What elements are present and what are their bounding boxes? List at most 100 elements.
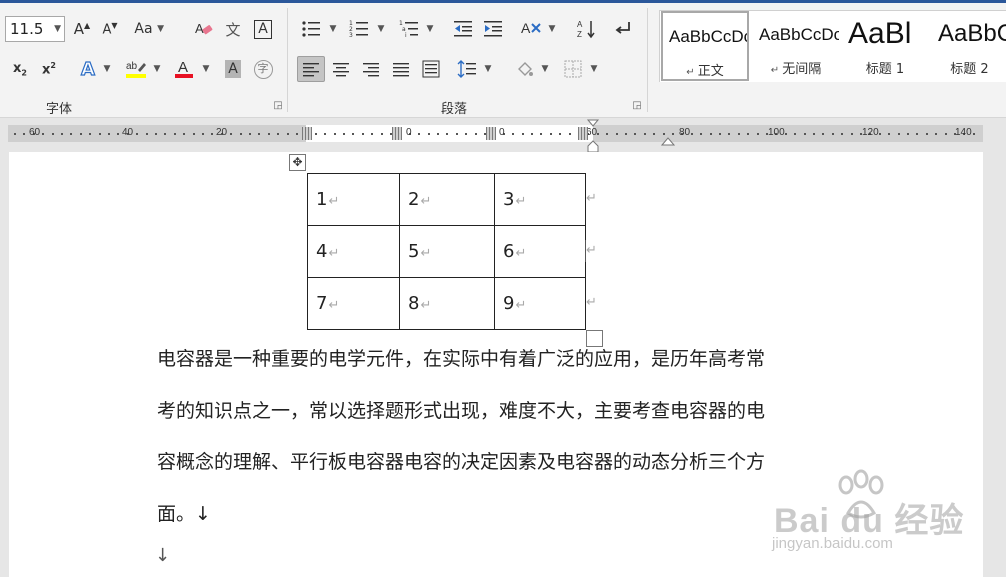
ruler-tick xyxy=(728,133,730,135)
change-case-button[interactable]: Aa ▼ xyxy=(134,16,166,42)
chevron-down-icon[interactable]: ▼ xyxy=(483,64,493,74)
watermark-url: jingyan.baidu.com xyxy=(772,535,893,552)
table-cell[interactable]: 1↵ xyxy=(307,173,400,226)
superscript-button[interactable]: x2 xyxy=(37,56,61,82)
chevron-down-icon[interactable]: ▼ xyxy=(540,64,550,74)
numbering-button[interactable]: 1 2 3 xyxy=(346,16,372,42)
row-end-mark: ↵ xyxy=(586,243,597,258)
font-dialog-launcher-icon[interactable]: ◲ xyxy=(273,101,283,111)
ruler-tick xyxy=(569,133,571,135)
chevron-down-icon[interactable]: ▼ xyxy=(589,64,599,74)
align-right-button[interactable] xyxy=(358,56,384,82)
grow-font-button[interactable]: A▲ xyxy=(70,16,94,42)
chevron-down-icon[interactable]: ▼ xyxy=(547,24,557,34)
ruler-tick xyxy=(512,133,514,135)
style-normal[interactable]: AaBbCcDc ↵ 正文 xyxy=(661,11,749,81)
empty-paragraph-mark[interactable]: ↓ xyxy=(155,545,170,566)
sort-button[interactable]: A Z xyxy=(574,16,600,42)
ruler-tick xyxy=(80,133,82,135)
style-sample: AaBbC xyxy=(938,20,1006,47)
ruler-tick xyxy=(296,133,298,135)
character-border-button[interactable]: A xyxy=(251,16,275,42)
svg-text:ab: ab xyxy=(126,61,138,72)
asian-layout-button[interactable]: A xyxy=(518,16,544,42)
distributed-button[interactable] xyxy=(418,56,444,82)
phonetic-guide-button[interactable]: 文 xyxy=(221,16,245,42)
enclose-characters-button[interactable]: 字 xyxy=(251,56,275,82)
chevron-down-icon[interactable]: ▼ xyxy=(152,64,162,74)
chevron-down-icon[interactable]: ▼ xyxy=(328,24,338,34)
align-center-button[interactable] xyxy=(328,56,354,82)
indent-marker-icon[interactable] xyxy=(586,119,600,153)
ruler-tick xyxy=(164,133,166,135)
style-heading-1[interactable]: AaBl 标题 1 xyxy=(842,11,928,81)
character-shading-icon: A xyxy=(225,60,241,78)
ruler-tick xyxy=(362,133,364,135)
text-effects-button[interactable]: A xyxy=(76,56,100,82)
text-line: 面。↓ xyxy=(157,502,211,525)
table-cell[interactable]: 7↵ xyxy=(307,277,400,330)
table-cell[interactable]: 4↵ xyxy=(307,225,400,278)
character-shading-button[interactable]: A xyxy=(221,56,245,82)
right-indent-marker-icon[interactable] xyxy=(661,136,675,146)
paragraph-dialog-launcher-icon[interactable]: ◲ xyxy=(632,101,642,111)
document-table[interactable]: 1↵ 2↵ 3↵ 4↵ 5↵ 6↵ 7↵ 8↵ 9↵ xyxy=(307,173,586,330)
ruler-tick xyxy=(230,133,232,135)
chevron-down-icon[interactable]: ▼ xyxy=(201,64,211,74)
increase-indent-button[interactable] xyxy=(480,16,506,42)
shading-button[interactable] xyxy=(513,56,537,82)
text-highlight-button[interactable]: ab xyxy=(122,56,150,82)
table-cell[interactable]: 8↵ xyxy=(399,277,495,330)
ruler-tick xyxy=(841,133,843,135)
table-column-marker[interactable] xyxy=(392,127,402,140)
style-sample: AaBbCcDc xyxy=(669,27,749,46)
ruler-tick xyxy=(108,133,110,135)
table-cell[interactable]: 9↵ xyxy=(494,277,586,330)
body-paragraph[interactable]: 电容器是一种重要的电学元件，在实际中有着广泛的应用，是历年高考常 考的知识点之一… xyxy=(157,334,847,540)
ruler-tick xyxy=(644,133,646,135)
ruler-tick xyxy=(52,133,54,135)
font-size-combobox[interactable]: 11.5 ▼ xyxy=(5,16,65,42)
show-hide-marks-button[interactable] xyxy=(610,16,636,42)
grow-font-icon: A▲ xyxy=(73,20,91,38)
chevron-down-icon[interactable]: ▼ xyxy=(102,64,112,74)
decrease-indent-button[interactable] xyxy=(450,16,476,42)
ruler-tick xyxy=(813,133,815,135)
ruler-tick xyxy=(475,133,477,135)
style-heading-2[interactable]: AaBbC 标题 2 xyxy=(932,11,1006,81)
align-left-button[interactable] xyxy=(297,56,325,82)
line-spacing-icon xyxy=(457,60,476,78)
justify-button[interactable] xyxy=(388,56,414,82)
shrink-font-button[interactable]: A▼ xyxy=(98,16,122,42)
table-column-marker[interactable] xyxy=(302,127,312,140)
chevron-down-icon[interactable]: ▼ xyxy=(425,24,435,34)
style-sample: AaBbCcDc xyxy=(759,25,839,44)
ruler-tick xyxy=(249,133,251,135)
svg-text:Z: Z xyxy=(577,30,582,39)
ruler-tick xyxy=(822,133,824,135)
font-color-button[interactable]: A xyxy=(171,56,197,82)
table-column-marker[interactable] xyxy=(486,127,496,140)
style-name: ↵ 正文 xyxy=(686,64,724,79)
table-cell[interactable]: 6↵ xyxy=(494,225,586,278)
chevron-down-icon[interactable]: ▼ xyxy=(54,17,61,41)
subscript-button[interactable]: x2 xyxy=(8,56,32,82)
clear-formatting-button[interactable]: A xyxy=(192,16,216,42)
style-no-spacing[interactable]: AaBbCcDc ↵ 无间隔 xyxy=(753,11,839,81)
character-border-icon: A xyxy=(254,19,272,39)
ruler-tick xyxy=(381,133,383,135)
ruler-tick xyxy=(211,133,213,135)
ruler-label: 40 xyxy=(122,127,134,138)
ruler-tick xyxy=(277,133,279,135)
line-spacing-button[interactable] xyxy=(455,56,479,82)
table-move-handle[interactable]: ✥ xyxy=(289,154,306,171)
table-cell[interactable]: 5↵ xyxy=(399,225,495,278)
chevron-down-icon[interactable]: ▼ xyxy=(376,24,386,34)
table-cell[interactable]: 3↵ xyxy=(494,173,586,226)
bullets-button[interactable] xyxy=(298,16,324,42)
multilevel-list-button[interactable]: 1 a i xyxy=(396,16,422,42)
borders-button[interactable] xyxy=(561,56,585,82)
ribbon: 11.5 ▼ A▲ A▼ Aa ▼ A 文 A x2 x2 A ▼ ab ▼ A… xyxy=(0,0,1006,118)
change-case-label: Aa xyxy=(134,21,153,37)
table-cell[interactable]: 2↵ xyxy=(399,173,495,226)
